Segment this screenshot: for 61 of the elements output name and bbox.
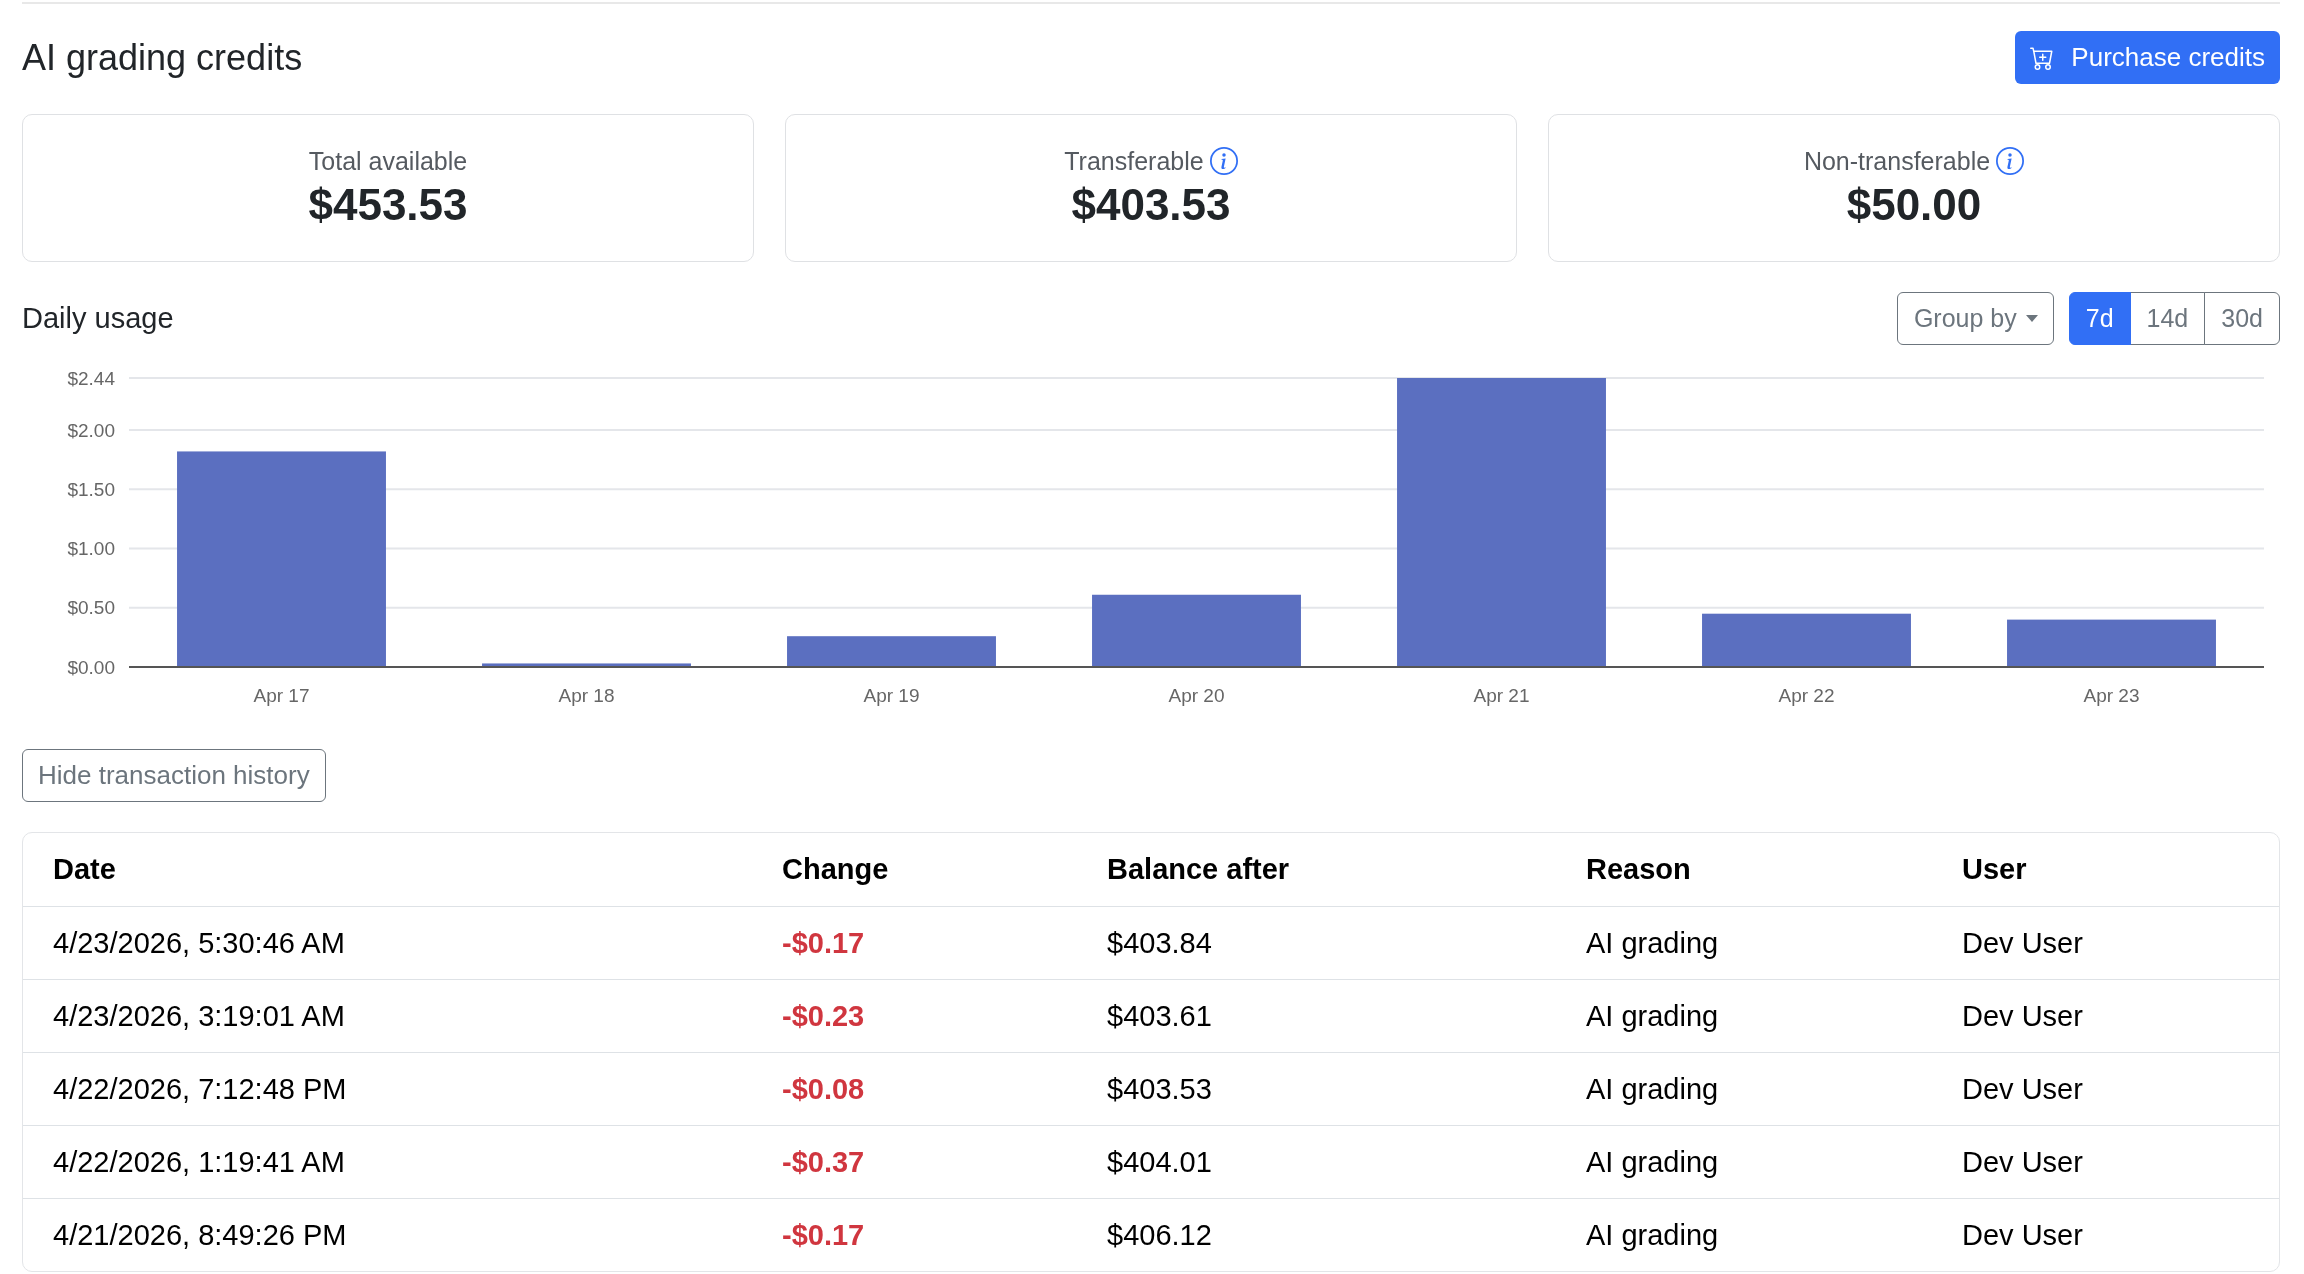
x-axis-label: Apr 20 <box>1168 684 1225 706</box>
x-axis-label: Apr 23 <box>2083 684 2140 706</box>
x-axis-label: Apr 17 <box>253 684 310 706</box>
x-axis-label: Apr 19 <box>863 684 920 706</box>
transaction-date: 4/23/2026, 5:30:46 AM <box>52 926 346 961</box>
card-label: Total available <box>308 146 468 176</box>
caret-icon <box>2025 315 2038 322</box>
reason-text: AI grading <box>1585 1072 1720 1107</box>
change-amount: -$0.08 <box>781 1072 866 1107</box>
card-value: $50.00 <box>1846 180 1982 230</box>
transaction-date: 4/21/2026, 8:49:26 PM <box>52 1218 348 1253</box>
info-icon[interactable] <box>1996 147 2025 175</box>
y-axis-label: $2.00 <box>67 419 115 441</box>
range-tab[interactable]: 7d <box>2068 292 2131 345</box>
y-axis-label: $1.00 <box>67 538 115 560</box>
column-header: Balance after <box>1106 852 1291 887</box>
transaction-date: 4/22/2026, 1:19:41 AM <box>52 1145 346 1180</box>
cart-plus-icon <box>2030 45 2055 70</box>
transaction-date: 4/23/2026, 3:19:01 AM <box>52 999 346 1034</box>
card-label: Transferable <box>1064 146 1204 176</box>
user-name: Dev User <box>1961 926 2084 961</box>
x-axis-label: Apr 21 <box>1473 684 1530 706</box>
balance-amount: $403.53 <box>1106 1072 1213 1107</box>
page-title: AI grading credits <box>22 36 303 79</box>
range-tab[interactable]: 14d <box>2129 292 2206 345</box>
range-tab[interactable]: 30d <box>2204 292 2280 345</box>
reason-text: AI grading <box>1585 1218 1720 1253</box>
user-name: Dev User <box>1961 999 2084 1034</box>
card-value: $453.53 <box>308 180 468 230</box>
change-amount: -$0.37 <box>781 1145 866 1180</box>
y-axis-label: $0.50 <box>67 597 115 619</box>
reason-text: AI grading <box>1585 1145 1720 1180</box>
x-axis-label: Apr 18 <box>558 684 615 706</box>
x-axis-label: Apr 22 <box>1778 684 1835 706</box>
column-header: Date <box>52 852 117 887</box>
y-axis-label: $2.44 <box>67 367 115 389</box>
column-header: Change <box>781 852 890 887</box>
transaction-date: 4/22/2026, 7:12:48 PM <box>52 1072 348 1107</box>
y-axis-label: $1.50 <box>67 478 115 500</box>
change-amount: -$0.17 <box>781 1218 866 1253</box>
hide-history-button[interactable]: Hide transaction history <box>22 749 326 802</box>
balance-amount: $406.12 <box>1106 1218 1213 1253</box>
user-name: Dev User <box>1961 1072 2084 1107</box>
balance-amount: $403.84 <box>1106 926 1213 961</box>
balance-amount: $403.61 <box>1106 999 1213 1034</box>
card-label: Non-transferable <box>1803 146 1991 176</box>
column-header: Reason <box>1585 852 1692 887</box>
reason-text: AI grading <box>1585 999 1720 1034</box>
section-title: Daily usage <box>22 302 175 335</box>
user-name: Dev User <box>1961 1145 2084 1180</box>
purchase-credits-button[interactable]: Purchase credits <box>2015 31 2280 84</box>
column-header: User <box>1961 852 2028 887</box>
info-icon[interactable] <box>1209 147 1238 175</box>
y-axis-label: $0.00 <box>67 656 115 678</box>
user-name: Dev User <box>1961 1218 2084 1253</box>
card-value: $403.53 <box>1071 180 1231 230</box>
reason-text: AI grading <box>1585 926 1720 961</box>
balance-amount: $404.01 <box>1106 1145 1213 1180</box>
change-amount: -$0.17 <box>781 926 866 961</box>
change-amount: -$0.23 <box>781 999 866 1034</box>
group-by-dropdown[interactable]: Group by <box>1896 292 2054 345</box>
